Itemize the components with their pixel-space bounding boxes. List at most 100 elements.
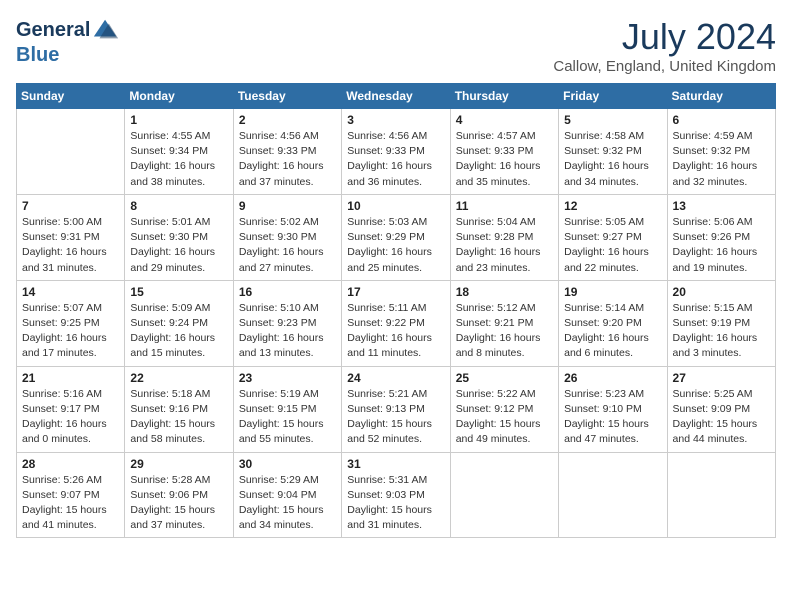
day-number: 11 — [456, 199, 553, 213]
day-number: 24 — [347, 371, 444, 385]
calendar-cell: 10 Sunrise: 5:03 AM Sunset: 9:29 PM Dayli… — [342, 194, 450, 280]
calendar-cell: 14Sunrise: 5:07 AM Sunset: 9:25 PM Dayli… — [17, 280, 125, 366]
day-number: 5 — [564, 113, 661, 127]
calendar-cell — [17, 109, 125, 195]
day-number: 15 — [130, 285, 227, 299]
day-number: 30 — [239, 457, 336, 471]
calendar-cell — [667, 452, 775, 538]
day-number: 26 — [564, 371, 661, 385]
day-info: Sunrise: 5:11 AM Sunset: 9:22 PM Dayligh… — [347, 301, 444, 362]
calendar-cell: 8 Sunrise: 5:01 AM Sunset: 9:30 PM Daylig… — [125, 194, 233, 280]
logo-icon — [92, 16, 120, 44]
day-number: 22 — [130, 371, 227, 385]
weekday-header: Wednesday — [342, 84, 450, 109]
calendar-cell: 24Sunrise: 5:21 AM Sunset: 9:13 PM Dayli… — [342, 366, 450, 452]
calendar-cell: 15 Sunrise: 5:09 AM Sunset: 9:24 PM Dayli… — [125, 280, 233, 366]
day-info: Sunrise: 5:16 AM Sunset: 9:17 PM Dayligh… — [22, 387, 119, 448]
day-number: 10 — [347, 199, 444, 213]
calendar-week-row: 28 Sunrise: 5:26 AM Sunset: 9:07 PM Dayli… — [17, 452, 776, 538]
weekday-header: Thursday — [450, 84, 558, 109]
day-info: Sunrise: 5:09 AM Sunset: 9:24 PM Dayligh… — [130, 301, 227, 362]
calendar-week-row: 21 Sunrise: 5:16 AM Sunset: 9:17 PM Dayli… — [17, 366, 776, 452]
calendar-cell: 5 Sunrise: 4:58 AM Sunset: 9:32 PM Daylig… — [559, 109, 667, 195]
logo-text: General — [16, 19, 90, 41]
calendar-cell: 4 Sunrise: 4:57 AM Sunset: 9:33 PM Daylig… — [450, 109, 558, 195]
day-info: Sunrise: 5:02 AM Sunset: 9:30 PM Dayligh… — [239, 215, 336, 276]
calendar-cell: 17 Sunrise: 5:11 AM Sunset: 9:22 PM Dayli… — [342, 280, 450, 366]
calendar-cell: 13 Sunrise: 5:06 AM Sunset: 9:26 PM Dayli… — [667, 194, 775, 280]
day-info: Sunrise: 5:18 AM Sunset: 9:16 PM Dayligh… — [130, 387, 227, 448]
weekday-header: Sunday — [17, 84, 125, 109]
day-number: 13 — [673, 199, 770, 213]
day-number: 14 — [22, 285, 119, 299]
day-info: Sunrise: 5:19 AM Sunset: 9:15 PM Dayligh… — [239, 387, 336, 448]
weekday-header: Tuesday — [233, 84, 341, 109]
day-info: Sunrise: 5:28 AM Sunset: 9:06 PM Dayligh… — [130, 473, 227, 534]
calendar-cell: 28 Sunrise: 5:26 AM Sunset: 9:07 PM Dayli… — [17, 452, 125, 538]
calendar-cell — [559, 452, 667, 538]
calendar-week-row: 7 Sunrise: 5:00 AM Sunset: 9:31 PM Daylig… — [17, 194, 776, 280]
calendar-cell: 21 Sunrise: 5:16 AM Sunset: 9:17 PM Dayli… — [17, 366, 125, 452]
calendar-week-row: 1 Sunrise: 4:55 AM Sunset: 9:34 PM Daylig… — [17, 109, 776, 195]
day-number: 31 — [347, 457, 444, 471]
calendar-cell: 16Sunrise: 5:10 AM Sunset: 9:23 PM Dayli… — [233, 280, 341, 366]
logo-subtext: Blue — [16, 44, 120, 66]
calendar-cell: 23 Sunrise: 5:19 AM Sunset: 9:15 PM Dayli… — [233, 366, 341, 452]
day-info: Sunrise: 5:31 AM Sunset: 9:03 PM Dayligh… — [347, 473, 444, 534]
day-info: Sunrise: 5:04 AM Sunset: 9:28 PM Dayligh… — [456, 215, 553, 276]
day-info: Sunrise: 5:01 AM Sunset: 9:30 PM Dayligh… — [130, 215, 227, 276]
day-info: Sunrise: 5:06 AM Sunset: 9:26 PM Dayligh… — [673, 215, 770, 276]
calendar-cell: 30Sunrise: 5:29 AM Sunset: 9:04 PM Dayli… — [233, 452, 341, 538]
day-info: Sunrise: 5:15 AM Sunset: 9:19 PM Dayligh… — [673, 301, 770, 362]
day-info: Sunrise: 5:23 AM Sunset: 9:10 PM Dayligh… — [564, 387, 661, 448]
calendar-cell: 9Sunrise: 5:02 AM Sunset: 9:30 PM Daylig… — [233, 194, 341, 280]
weekday-header: Saturday — [667, 84, 775, 109]
day-number: 17 — [347, 285, 444, 299]
calendar-cell: 31 Sunrise: 5:31 AM Sunset: 9:03 PM Dayli… — [342, 452, 450, 538]
calendar-cell: 20Sunrise: 5:15 AM Sunset: 9:19 PM Dayli… — [667, 280, 775, 366]
day-info: Sunrise: 4:58 AM Sunset: 9:32 PM Dayligh… — [564, 129, 661, 190]
day-info: Sunrise: 4:56 AM Sunset: 9:33 PM Dayligh… — [347, 129, 444, 190]
calendar-cell: 11 Sunrise: 5:04 AM Sunset: 9:28 PM Dayli… — [450, 194, 558, 280]
title-block: July 2024 Callow, England, United Kingdo… — [553, 16, 776, 75]
month-year-title: July 2024 — [553, 16, 776, 58]
day-number: 6 — [673, 113, 770, 127]
calendar-cell: 1 Sunrise: 4:55 AM Sunset: 9:34 PM Daylig… — [125, 109, 233, 195]
day-info: Sunrise: 5:00 AM Sunset: 9:31 PM Dayligh… — [22, 215, 119, 276]
day-number: 4 — [456, 113, 553, 127]
day-info: Sunrise: 5:26 AM Sunset: 9:07 PM Dayligh… — [22, 473, 119, 534]
day-number: 21 — [22, 371, 119, 385]
calendar-cell: 7 Sunrise: 5:00 AM Sunset: 9:31 PM Daylig… — [17, 194, 125, 280]
calendar-cell: 29 Sunrise: 5:28 AM Sunset: 9:06 PM Dayli… — [125, 452, 233, 538]
day-info: Sunrise: 5:22 AM Sunset: 9:12 PM Dayligh… — [456, 387, 553, 448]
day-number: 1 — [130, 113, 227, 127]
calendar-cell: 3 Sunrise: 4:56 AM Sunset: 9:33 PM Daylig… — [342, 109, 450, 195]
day-number: 23 — [239, 371, 336, 385]
day-info: Sunrise: 5:14 AM Sunset: 9:20 PM Dayligh… — [564, 301, 661, 362]
calendar-week-row: 14Sunrise: 5:07 AM Sunset: 9:25 PM Dayli… — [17, 280, 776, 366]
calendar-cell: 26 Sunrise: 5:23 AM Sunset: 9:10 PM Dayli… — [559, 366, 667, 452]
weekday-header: Friday — [559, 84, 667, 109]
day-info: Sunrise: 5:12 AM Sunset: 9:21 PM Dayligh… — [456, 301, 553, 362]
day-info: Sunrise: 4:55 AM Sunset: 9:34 PM Dayligh… — [130, 129, 227, 190]
calendar-cell: 25Sunrise: 5:22 AM Sunset: 9:12 PM Dayli… — [450, 366, 558, 452]
calendar-cell: 18Sunrise: 5:12 AM Sunset: 9:21 PM Dayli… — [450, 280, 558, 366]
page-header: General Blue July 2024 Callow, England, … — [16, 16, 776, 75]
weekday-header-row: SundayMondayTuesdayWednesdayThursdayFrid… — [17, 84, 776, 109]
calendar-cell: 19Sunrise: 5:14 AM Sunset: 9:20 PM Dayli… — [559, 280, 667, 366]
day-number: 28 — [22, 457, 119, 471]
calendar-cell: 27Sunrise: 5:25 AM Sunset: 9:09 PM Dayli… — [667, 366, 775, 452]
day-number: 29 — [130, 457, 227, 471]
day-number: 27 — [673, 371, 770, 385]
day-info: Sunrise: 4:56 AM Sunset: 9:33 PM Dayligh… — [239, 129, 336, 190]
day-number: 2 — [239, 113, 336, 127]
calendar-cell: 2 Sunrise: 4:56 AM Sunset: 9:33 PM Daylig… — [233, 109, 341, 195]
day-number: 7 — [22, 199, 119, 213]
day-info: Sunrise: 5:05 AM Sunset: 9:27 PM Dayligh… — [564, 215, 661, 276]
day-info: Sunrise: 5:03 AM Sunset: 9:29 PM Dayligh… — [347, 215, 444, 276]
calendar-cell: 12Sunrise: 5:05 AM Sunset: 9:27 PM Dayli… — [559, 194, 667, 280]
day-number: 8 — [130, 199, 227, 213]
day-number: 3 — [347, 113, 444, 127]
calendar-cell: 22 Sunrise: 5:18 AM Sunset: 9:16 PM Dayli… — [125, 366, 233, 452]
day-info: Sunrise: 4:57 AM Sunset: 9:33 PM Dayligh… — [456, 129, 553, 190]
